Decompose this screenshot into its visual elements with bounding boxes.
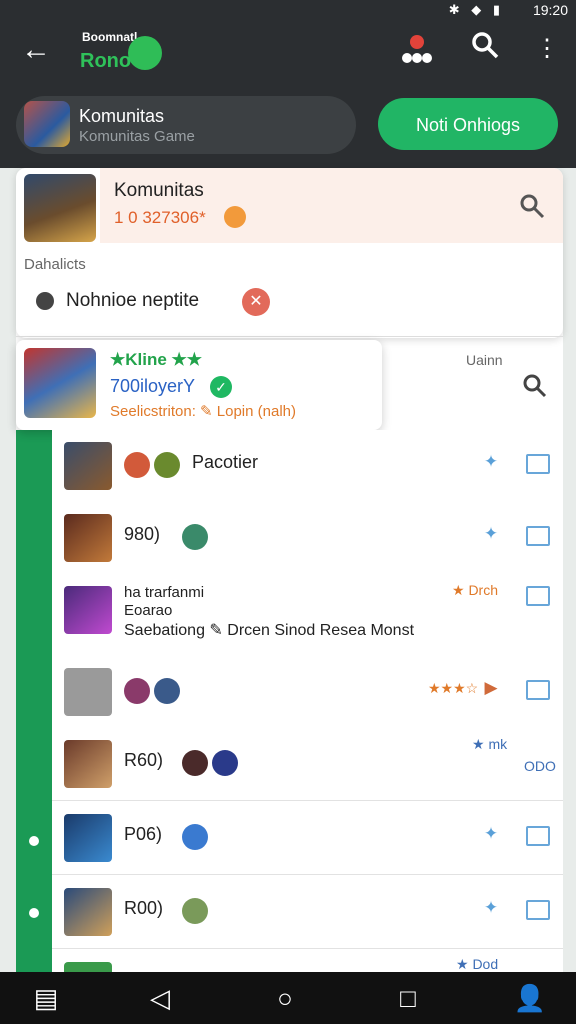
item-badges [182,824,212,852]
badge-icon [154,452,180,478]
section-label: Dahalicts [24,256,86,273]
badge-icon [154,678,180,704]
badge-icon [182,750,208,776]
game-title: Komunitas [79,106,165,126]
featured-popup[interactable]: ★Kline ★★ 700iloyerY ✓ Seelicstriton: ✎ … [16,340,382,430]
badge-icon [182,898,208,924]
divider [16,336,563,337]
pin-icon[interactable]: ✦ [482,898,500,922]
item-meta: ★ Dod [456,956,499,972]
item-badges [124,452,184,480]
game-selector[interactable]: Komunitas Komunitas Game [16,96,356,154]
mail-icon[interactable] [526,900,550,920]
nav-back-icon[interactable]: ◁ [140,978,180,1018]
community-icon[interactable] [398,30,436,68]
list-item[interactable]: R60) ★ mk ODO [52,728,563,801]
item-meta: ★ mk [472,736,508,752]
pin-icon[interactable]: ✦ [482,524,500,548]
pin-icon[interactable]: ✦ [482,452,500,476]
list-item[interactable]: ha trarfanmi Eoarao Saebationg ✎ Drcen S… [52,574,563,657]
notification-bell-icon [36,292,54,310]
item-thumbnail [64,514,112,562]
item-description: Saebationg ✎ Drcen Sinod Resea Monst [124,622,415,639]
item-rating: ★★★☆ [428,680,479,696]
mail-icon[interactable] [526,826,550,846]
item-thumbnail [64,740,112,788]
item-label: 980) [124,524,161,544]
indicator-dot [29,908,39,918]
logo-top-text: Boomnatl [82,30,138,44]
list-item[interactable]: ★★★☆ ▶ [52,656,563,729]
side-label: Uainn [466,352,503,368]
profile-name: Komunitas [114,180,204,201]
notification-item[interactable]: Nohnioe neptite ✕ [30,286,530,320]
mail-icon[interactable] [526,680,550,700]
dismiss-icon[interactable]: ✕ [242,288,270,316]
item-thumbnail [64,442,112,490]
profile-icon[interactable]: 👤 [510,978,550,1018]
left-green-strip [16,430,52,972]
item-thumbnail [64,888,112,936]
item-label: R00) [124,898,164,918]
item-badges [124,678,184,706]
badge-icon [182,824,208,850]
list-item[interactable]: R00) ✦ [52,876,563,949]
notification-text: Nohnioe neptite [66,290,200,311]
notes-icon[interactable]: ▤ [26,978,66,1018]
badge-icon [124,452,150,478]
list-item[interactable]: P06) ✦ [52,802,563,875]
card-search-icon[interactable] [517,192,547,222]
item-subtitle: Eoarao [124,602,173,619]
item-extra: ODO [524,758,556,774]
mail-icon[interactable] [526,526,550,546]
pin-icon[interactable]: ✦ [482,824,500,848]
profile-score: 1 0 327306* [114,208,206,227]
logo-dot-icon [128,36,162,70]
item-label: Pacotier [192,452,259,472]
status-bar: ✱ ◆ ▮ 19:20 [0,0,576,22]
game-thumbnail [24,101,70,147]
mail-icon[interactable] [526,586,550,606]
item-thumbnail [64,668,112,716]
list-item[interactable]: 980) ✦ [52,502,563,575]
item-badges [182,898,212,926]
list-item[interactable]: ★ Dod [52,950,563,973]
mail-icon[interactable] [526,454,550,474]
game-subtitle: Komunitas Game [79,128,195,145]
list-item[interactable]: Pacotier ✦ [52,430,563,503]
nav-recents-icon[interactable]: □ [388,978,428,1018]
nav-home-icon[interactable]: ○ [265,978,305,1018]
item-label: P06) [124,824,163,844]
back-arrow-icon[interactable]: ← [18,32,54,68]
search-icon[interactable] [466,30,504,68]
badge-icon [212,750,238,776]
badge-icon [182,524,208,550]
play-icon[interactable]: ▶ [482,678,500,702]
item-thumbnail [64,814,112,862]
verified-icon: ✓ [210,376,232,398]
status-time: 19:20 [532,2,568,18]
popup-thumbnail [24,348,96,418]
item-thumbnail [64,586,112,634]
indicator-dot [29,836,39,846]
popup-description: Seelicstriton: ✎ Lopin (nalh) [110,403,296,420]
coin-icon [224,206,246,228]
side-search-icon[interactable] [520,372,548,400]
profile-avatar[interactable] [24,174,96,242]
item-badges [182,750,242,778]
logo-main-text: Rono [80,50,132,72]
notifications-button[interactable]: Noti Onhiogs [378,98,558,150]
item-title: ha trarfanmi [124,584,205,601]
item-badges [182,524,212,552]
item-meta: ★ Drch [452,582,498,598]
popup-rating: ★Kline ★★ [110,350,203,369]
item-label: R60) [124,750,164,770]
status-icons: ✱ ◆ ▮ [448,2,504,17]
more-vert-icon[interactable]: ⋮ [528,30,566,68]
popup-player[interactable]: 700iloyerY [110,376,195,397]
profile-card[interactable]: Komunitas 1 0 327306* Dahalicts Nohnioe … [16,168,563,338]
badge-icon [124,678,150,704]
